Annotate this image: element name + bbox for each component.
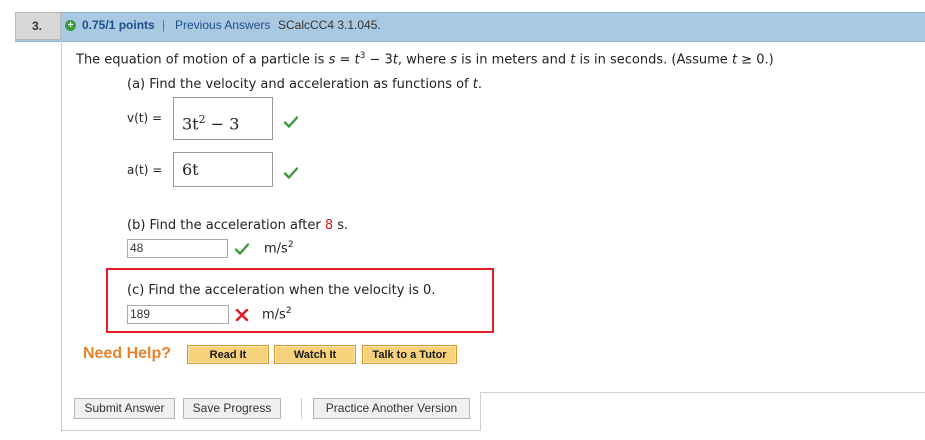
need-help-label: Need Help?	[83, 345, 172, 362]
question-number: 3.	[15, 12, 61, 40]
practice-another-version-button[interactable]: Practice Another Version	[313, 398, 470, 419]
problem-statement: The equation of motion of a particle is …	[76, 51, 774, 68]
velocity-label: v(t) =	[127, 111, 163, 125]
button-divider	[301, 398, 302, 419]
part-b-unit: m/s2	[264, 240, 294, 257]
header-separator: |	[162, 18, 166, 32]
part-c-answer-input[interactable]: 189	[127, 305, 229, 324]
incorrect-x-icon	[235, 309, 249, 321]
part-c-prompt: (c) Find the acceleration when the veloc…	[127, 283, 436, 298]
correct-check-icon	[284, 167, 298, 179]
frame-divider	[61, 430, 481, 431]
problem-source: SCalcCC4 3.1.045.	[278, 18, 381, 32]
part-b-prompt: (b) Find the acceleration after 8 s.	[127, 218, 349, 233]
submit-answer-button[interactable]: Submit Answer	[74, 398, 175, 419]
correct-check-icon	[235, 243, 249, 255]
talk-to-tutor-button[interactable]: Talk to a Tutor	[362, 345, 457, 364]
part-a-prompt: (a) Find the velocity and acceleration a…	[127, 77, 483, 92]
part-b-answer-input[interactable]: 48	[127, 239, 228, 258]
velocity-answer-field[interactable]: 3t2 − 3	[173, 97, 273, 140]
acceleration-label: a(t) =	[127, 163, 163, 177]
save-progress-button[interactable]: Save Progress	[183, 398, 281, 419]
frame-divider	[480, 392, 481, 430]
expand-plus-icon[interactable]: +	[65, 20, 76, 31]
read-it-button[interactable]: Read It	[187, 345, 269, 364]
acceleration-answer-field[interactable]: 6t	[173, 152, 273, 187]
previous-answers-link[interactable]: Previous Answers	[175, 18, 270, 32]
watch-it-button[interactable]: Watch It	[274, 345, 356, 364]
frame-divider	[480, 392, 925, 393]
points-score: 0.75/1 points	[82, 18, 155, 32]
correct-check-icon	[284, 116, 298, 128]
part-c-unit: m/s2	[262, 306, 292, 323]
